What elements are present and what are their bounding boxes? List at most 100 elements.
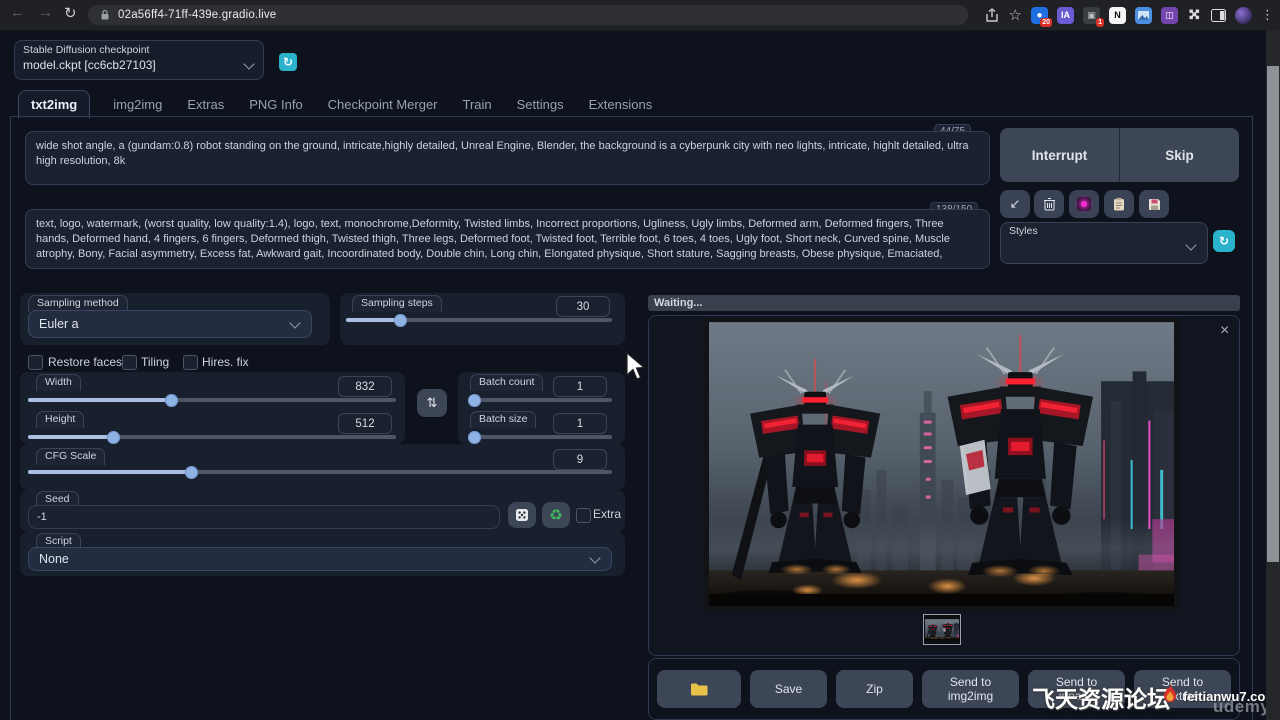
skip-button[interactable]: Skip <box>1120 128 1239 182</box>
bookmark-star-icon[interactable]: ☆ <box>1009 8 1022 23</box>
refresh-icon: ↻ <box>1219 234 1229 248</box>
styles-label: Styles <box>1001 223 1207 237</box>
extensions-puzzle-icon[interactable] <box>1187 8 1202 23</box>
interrupt-button[interactable]: Interrupt <box>1000 128 1120 182</box>
extension-capture-icon[interactable]: ▣ 1 <box>1083 7 1100 24</box>
lock-icon <box>100 9 110 21</box>
tab-extensions[interactable]: Extensions <box>587 91 655 118</box>
generated-image-canvas <box>709 322 1174 606</box>
browser-menu-icon[interactable]: ⋮ <box>1261 7 1274 23</box>
refresh-icon: ↻ <box>283 55 293 69</box>
watermark-flame-icon <box>1159 683 1181 707</box>
back-icon[interactable]: ← <box>10 4 25 21</box>
scrollbar-thumb[interactable] <box>1267 66 1279 562</box>
forward-icon[interactable]: → <box>38 4 53 21</box>
extension-onenote-icon[interactable]: ◫ <box>1161 7 1178 24</box>
tab-png-info[interactable]: PNG Info <box>247 91 304 118</box>
slider-handle[interactable] <box>468 394 481 407</box>
restore-faces-checkbox[interactable] <box>28 355 43 370</box>
slider-handle[interactable] <box>394 314 407 327</box>
extra-seed-checkbox[interactable] <box>576 508 591 523</box>
negative-prompt-textarea[interactable]: text, logo, watermark, (worst quality, l… <box>25 209 990 269</box>
watermark-brand-text: udemy <box>1213 697 1270 717</box>
paste-arrow-icon: ↙ <box>1010 196 1021 212</box>
styles-block: Styles <box>1000 222 1208 264</box>
height-slider[interactable] <box>28 435 396 439</box>
hires-fix-label: Hires. fix <box>202 355 249 369</box>
extra-networks-button[interactable] <box>1069 190 1099 218</box>
tab-checkpoint-merger[interactable]: Checkpoint Merger <box>326 91 440 118</box>
swap-icon: ⇅ <box>427 395 438 411</box>
side-panel-icon[interactable] <box>1211 9 1226 22</box>
save-button[interactable]: Save <box>750 670 827 708</box>
dice-icon <box>515 508 529 522</box>
sampling-steps-label: Sampling steps <box>352 295 442 312</box>
zip-button[interactable]: Zip <box>836 670 913 708</box>
share-icon[interactable] <box>984 8 1000 23</box>
send-to-img2img-button[interactable]: Send to img2img <box>922 670 1019 708</box>
batch-count-value[interactable]: 1 <box>553 376 607 397</box>
clipboard-icon <box>1113 197 1125 211</box>
app-window: ← → ↻ 02a56ff4-71ff-439e.gradio.live ☆ ●… <box>0 0 1280 720</box>
cfg-scale-value[interactable]: 9 <box>553 449 607 470</box>
extension-badge-20: 20 <box>1040 18 1052 27</box>
apply-style-button[interactable] <box>1104 190 1134 218</box>
profile-avatar[interactable] <box>1235 7 1252 24</box>
sampling-method-dropdown[interactable]: Euler a <box>28 310 312 338</box>
extension-ia-icon[interactable]: IA <box>1057 7 1074 24</box>
url-text: 02a56ff4-71ff-439e.gradio.live <box>118 9 276 21</box>
tab-txt2img[interactable]: txt2img <box>18 90 90 119</box>
tiling-checkbox[interactable] <box>122 355 137 370</box>
sampling-steps-value[interactable]: 30 <box>556 296 610 317</box>
paste-params-button[interactable]: ↙ <box>1000 190 1030 218</box>
slider-handle[interactable] <box>468 431 481 444</box>
hires-fix-checkbox[interactable] <box>183 355 198 370</box>
swap-dimensions-button[interactable]: ⇅ <box>417 389 447 417</box>
extension-pin-icon[interactable]: ● 20 <box>1031 7 1048 24</box>
script-dropdown[interactable]: None <box>28 547 612 571</box>
floppy-icon <box>1148 198 1161 211</box>
tab-extras[interactable]: Extras <box>185 91 226 118</box>
width-slider[interactable] <box>28 398 396 402</box>
reload-icon[interactable]: ↻ <box>64 4 77 22</box>
address-bar[interactable]: 02a56ff4-71ff-439e.gradio.live <box>88 5 968 25</box>
browser-toolbar: ← → ↻ 02a56ff4-71ff-439e.gradio.live ☆ ●… <box>0 0 1280 31</box>
extra-networks-icon <box>1077 197 1091 211</box>
clear-prompt-button[interactable] <box>1034 190 1064 218</box>
styles-dropdown[interactable] <box>1001 237 1207 261</box>
progress-bar: Waiting... <box>648 295 1240 311</box>
extension-notion-icon[interactable]: N <box>1109 7 1126 24</box>
open-folder-button[interactable] <box>657 670 741 708</box>
save-style-button[interactable] <box>1139 190 1169 218</box>
slider-handle[interactable] <box>185 466 198 479</box>
width-value[interactable]: 832 <box>338 376 392 397</box>
width-label: Width <box>36 374 81 391</box>
slider-handle[interactable] <box>107 431 120 444</box>
gallery-thumbnail[interactable] <box>923 614 961 645</box>
chevron-down-icon <box>289 317 300 328</box>
slider-handle[interactable] <box>165 394 178 407</box>
mouse-cursor <box>626 352 648 382</box>
close-image-icon[interactable]: × <box>1220 323 1229 339</box>
cfg-scale-slider[interactable] <box>28 470 612 474</box>
tab-settings[interactable]: Settings <box>515 91 566 118</box>
sampling-steps-slider[interactable] <box>346 318 612 322</box>
reuse-seed-button[interactable]: ♻ <box>542 502 570 528</box>
extension-badge-1: 1 <box>1096 18 1104 27</box>
height-value[interactable]: 512 <box>338 413 392 434</box>
extension-image-icon[interactable] <box>1135 7 1152 24</box>
checkpoint-label: Stable Diffusion checkpoint <box>15 41 263 56</box>
checkpoint-refresh-button[interactable]: ↻ <box>279 53 297 71</box>
tiling-label: Tiling <box>141 355 169 369</box>
styles-refresh-button[interactable]: ↻ <box>1213 230 1235 252</box>
random-seed-button[interactable] <box>508 502 536 528</box>
batch-size-slider[interactable] <box>468 435 612 439</box>
batch-size-value[interactable]: 1 <box>553 413 607 434</box>
generated-image[interactable] <box>703 318 1180 610</box>
seed-input[interactable]: -1 <box>28 505 500 529</box>
batch-count-slider[interactable] <box>468 398 612 402</box>
tab-train[interactable]: Train <box>461 91 494 118</box>
prompt-textarea[interactable]: wide shot angle, a (gundam:0.8) robot st… <box>25 131 990 185</box>
checkpoint-dropdown[interactable]: model.ckpt [cc6cb27103] <box>15 56 263 72</box>
tab-img2img[interactable]: img2img <box>111 91 164 118</box>
